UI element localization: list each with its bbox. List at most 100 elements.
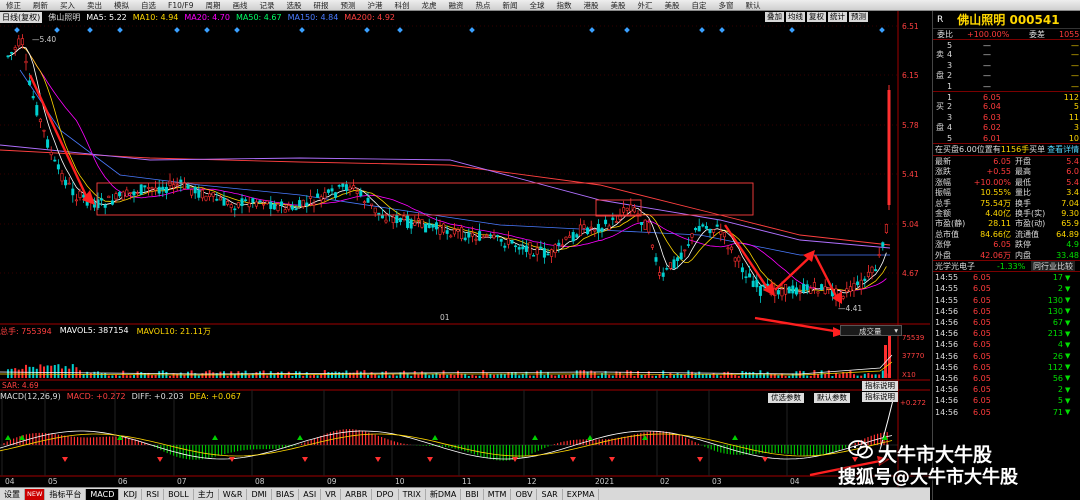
- peer-compare-button[interactable]: 同行业比较: [1031, 261, 1075, 272]
- volume-bar: [226, 375, 229, 378]
- toolbar-item[interactable]: 沪港: [361, 0, 388, 10]
- toolbar-item[interactable]: 融资: [442, 0, 469, 10]
- indicator-tab[interactable]: 主力: [194, 488, 219, 500]
- toolbar-item[interactable]: 科创: [388, 0, 415, 10]
- toolbar-item[interactable]: 画线: [226, 0, 253, 10]
- candle-body: [622, 207, 626, 213]
- book-price: —: [983, 71, 991, 81]
- chart-control-button[interactable]: 统计: [828, 12, 847, 22]
- indicator-tab[interactable]: BBI: [461, 488, 484, 500]
- candle-body: [125, 189, 129, 197]
- indicator-tab[interactable]: BIAS: [272, 488, 300, 500]
- volume-bar: [838, 374, 841, 378]
- toolbar-item[interactable]: 新闻: [496, 0, 523, 10]
- volume-bar: [107, 375, 110, 378]
- indicator-tab[interactable]: TRIX: [399, 488, 426, 500]
- stat-label: 金额: [935, 208, 951, 218]
- toolbar-item[interactable]: 自选: [135, 0, 162, 10]
- sar-help-button[interactable]: 指标说明: [862, 381, 898, 391]
- indicator-tab[interactable]: MTM: [484, 488, 512, 500]
- volume-bar: [291, 375, 294, 378]
- macd-help-button[interactable]: 指标说明: [862, 392, 898, 402]
- indicator-dropdown[interactable]: 成交量 ▾: [840, 325, 902, 336]
- toolbar-item[interactable]: 记录: [253, 0, 280, 10]
- indicator-tab[interactable]: 新DMA: [426, 488, 462, 500]
- indicator-tab[interactable]: ARBR: [341, 488, 373, 500]
- default-params-button[interactable]: 默认参数: [814, 393, 850, 403]
- volume-bar: [327, 372, 330, 378]
- chart-control-button[interactable]: 均线: [786, 12, 805, 22]
- chart-control-button[interactable]: 预测: [849, 12, 868, 22]
- indicator-tab[interactable]: BOLL: [164, 488, 194, 500]
- indicator-tab[interactable]: 设置: [0, 488, 25, 500]
- toolbar-item[interactable]: 热点: [469, 0, 496, 10]
- candle-body: [784, 284, 788, 295]
- toolbar-item[interactable]: 美股: [604, 0, 631, 10]
- toolbar-item[interactable]: 指数: [550, 0, 577, 10]
- toolbar-item[interactable]: 自定: [685, 0, 712, 10]
- toolbar-item[interactable]: 美股: [658, 0, 685, 10]
- chart-control-button[interactable]: 复权: [807, 12, 826, 22]
- toolbar-item[interactable]: 修正: [0, 0, 27, 10]
- indicator-tab[interactable]: DMI: [247, 488, 272, 500]
- tick-price: 6.05: [973, 284, 991, 294]
- stat-row: 涨跌 +0.55 最高 6.0: [933, 167, 1080, 177]
- sector-row: 光学光电子 -1.33% 同行业比较: [933, 260, 1080, 272]
- indicator-tab[interactable]: SAR: [537, 488, 563, 500]
- indicator-tab[interactable]: MACD: [86, 488, 120, 500]
- volume-bar: [719, 375, 722, 378]
- candle-body: [348, 186, 352, 190]
- candle-body: [74, 199, 78, 202]
- quote-panel: R 佛山照明 000541 委比 +100.00% 委差 1055 5— — 卖 4—…: [932, 11, 1080, 500]
- volume-bar: [799, 370, 801, 378]
- indicator-tab[interactable]: 指标平台: [45, 488, 87, 500]
- toolbar-item[interactable]: 预测: [334, 0, 361, 10]
- toolbar-item[interactable]: 龙虎: [415, 0, 442, 10]
- indicator-tab[interactable]: NEW: [25, 488, 46, 500]
- candle-body: [582, 224, 586, 229]
- weibi-row: 委比 +100.00% 委差 1055: [933, 29, 1080, 39]
- toolbar-item[interactable]: 港股: [577, 0, 604, 10]
- volume-bar: [557, 374, 560, 378]
- indicator-tab[interactable]: W&R: [219, 488, 248, 500]
- volume-bar: [845, 372, 848, 378]
- toolbar-item[interactable]: 买入: [54, 0, 81, 10]
- toolbar-item[interactable]: F10/F9: [162, 1, 199, 10]
- period-label[interactable]: 日线(复权): [0, 11, 43, 23]
- toolbar-item[interactable]: 外汇: [631, 0, 658, 10]
- toolbar-item[interactable]: 全球: [523, 0, 550, 10]
- candle-body: [204, 195, 208, 201]
- toolbar-item[interactable]: 选股: [280, 0, 307, 10]
- toolbar-item[interactable]: 研报: [307, 0, 334, 10]
- kline-chart[interactable]: 6.51 6.15 5.78 5.41 5.04 4.67 04 05 06 07 08 09 10 11…: [0, 11, 930, 487]
- volume-bar: [669, 372, 672, 378]
- toolbar-item[interactable]: 多窗: [712, 0, 739, 10]
- toolbar-item[interactable]: 卖出: [81, 0, 108, 10]
- candle-body: [31, 96, 35, 99]
- indicator-tab[interactable]: RSI: [142, 488, 165, 500]
- mavol5-label: MAVOL5: 387154: [59, 326, 129, 335]
- indicator-tab[interactable]: EXPMA: [563, 488, 600, 500]
- ask-row: 5 — —: [933, 39, 1080, 50]
- toolbar-item[interactable]: 周期: [199, 0, 226, 10]
- indicator-tab[interactable]: OBV: [511, 488, 538, 500]
- candle-body: [744, 276, 748, 279]
- toolbar-item[interactable]: 默认: [739, 0, 766, 10]
- indicator-tab[interactable]: ASI: [299, 488, 322, 500]
- indicator-tab[interactable]: DPO: [372, 488, 399, 500]
- toolbar-item[interactable]: 模拟: [108, 0, 135, 10]
- candle-body: [362, 201, 366, 204]
- optimize-params-button[interactable]: 优选参数: [768, 393, 804, 403]
- candle-body: [344, 184, 348, 191]
- volume-bar: [770, 373, 773, 378]
- indicator-tab[interactable]: VR: [321, 488, 342, 500]
- tick-list[interactable]: 14:55 6.05 17 ▼ 14:55 6.05 2 ▼ 14:55 6.05 130 ▼ 14:5…: [933, 271, 1080, 417]
- tick-row: 14:56 6.05 2 ▼: [933, 384, 1080, 395]
- sector-name[interactable]: 光学光电子: [933, 261, 997, 271]
- chart-control-button[interactable]: 叠加: [765, 12, 784, 22]
- stat-value: 5.4: [1066, 177, 1079, 187]
- toolbar-item[interactable]: 刷新: [27, 0, 54, 10]
- indicator-tab[interactable]: KDJ: [119, 488, 143, 500]
- bid-notice[interactable]: 在买盘6.00位置有 1156手 买单 查看详情: [933, 143, 1080, 155]
- bid-detail-link[interactable]: 查看详情: [1045, 144, 1079, 155]
